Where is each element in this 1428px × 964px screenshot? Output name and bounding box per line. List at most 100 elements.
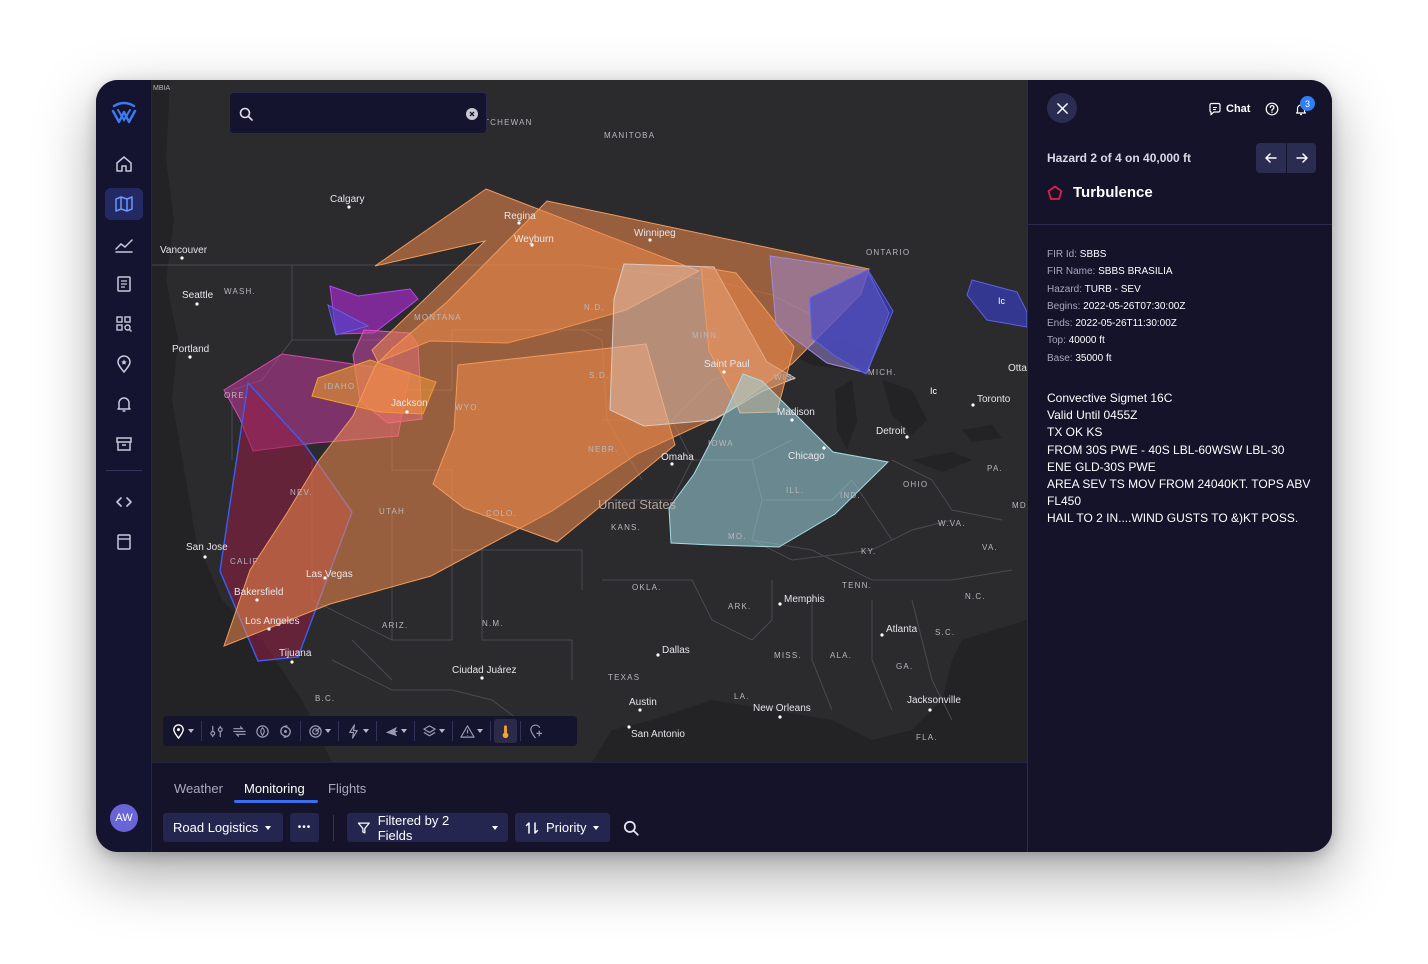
map-label: S.C. bbox=[935, 628, 955, 637]
hazard-description: Convective Sigmet 16C Valid Until 0455Z … bbox=[1047, 391, 1311, 526]
map-label: OKLA. bbox=[632, 583, 662, 592]
monitoring-panel: Weather Monitoring Flights Road Logistic… bbox=[152, 762, 1027, 852]
map-label: Ciudad Juárez bbox=[452, 665, 516, 676]
nav-reports[interactable] bbox=[105, 268, 143, 300]
hazard-position-label: Hazard 2 of 4 on 40,000 ft bbox=[1047, 151, 1192, 165]
prop-top: Top: 40000 ft bbox=[1047, 335, 1105, 347]
close-panel-button[interactable] bbox=[1047, 93, 1077, 123]
sidebar-divider bbox=[106, 470, 142, 471]
label-united-states: United States bbox=[598, 497, 677, 512]
location-add-icon bbox=[530, 724, 543, 738]
map-label: Chicago bbox=[788, 451, 825, 462]
map-label: MISS. bbox=[774, 651, 802, 660]
map-layers-button[interactable] bbox=[418, 719, 449, 743]
map-label: GA. bbox=[896, 662, 913, 671]
tab-weather[interactable]: Weather bbox=[174, 773, 223, 803]
map-view[interactable]: SASKATCHEWAN MANITOBA ONTARIO WASH. MONT… bbox=[152, 80, 1027, 762]
more-options-button[interactable]: ••• bbox=[290, 813, 319, 842]
help-icon[interactable] bbox=[1265, 102, 1279, 116]
nav-places[interactable] bbox=[105, 348, 143, 380]
weather-sliders-button[interactable] bbox=[205, 719, 228, 743]
nav-archive[interactable] bbox=[105, 428, 143, 460]
tab-monitoring[interactable]: Monitoring bbox=[244, 773, 305, 803]
chevron-down-icon bbox=[593, 825, 600, 830]
temperature-layer-button[interactable] bbox=[494, 719, 517, 743]
map-label: WYO. bbox=[455, 403, 481, 412]
map-label: IOWA bbox=[708, 439, 734, 448]
map-search-input[interactable] bbox=[262, 101, 458, 127]
map-label: Memphis bbox=[784, 594, 825, 605]
map-label: Bakersfield bbox=[234, 587, 283, 598]
fire-layer-button[interactable] bbox=[251, 719, 274, 743]
map-label: VA. bbox=[982, 543, 998, 552]
map-label: MD bbox=[1012, 501, 1027, 510]
map-label: TEXAS bbox=[608, 673, 640, 682]
map-label: FLA. bbox=[916, 733, 938, 742]
user-avatar[interactable]: AW bbox=[110, 804, 138, 832]
nav-widgets[interactable] bbox=[105, 308, 143, 340]
previous-hazard-button[interactable] bbox=[1256, 143, 1286, 173]
filter-label: Filtered by 2 Fields bbox=[377, 812, 450, 843]
map-label: New Orleans bbox=[753, 703, 811, 714]
search-icon[interactable] bbox=[622, 819, 640, 837]
clear-search-icon[interactable] bbox=[466, 108, 478, 120]
code-icon bbox=[116, 497, 132, 507]
map-label: UTAH bbox=[379, 507, 405, 516]
hazard-title-text: Turbulence bbox=[1073, 184, 1153, 201]
home-icon bbox=[116, 156, 132, 172]
hurricane-layer-button[interactable] bbox=[274, 719, 297, 743]
map-label: OHIO bbox=[903, 480, 928, 489]
app-logo-icon[interactable] bbox=[110, 100, 138, 128]
sidebar: AW bbox=[96, 80, 152, 852]
sort-button[interactable]: Priority bbox=[515, 813, 610, 842]
radar-icon bbox=[309, 724, 322, 738]
map-label: NEV. bbox=[290, 488, 313, 497]
hazard-detail-panel: Chat 3 Hazard 2 of 4 on 40,000 ft Turbul… bbox=[1027, 80, 1332, 852]
filter-button[interactable]: Filtered by 2 Fields bbox=[347, 812, 508, 843]
radar-layer-button[interactable] bbox=[304, 719, 335, 743]
map-label: Vancouver bbox=[160, 245, 208, 256]
map-label: San Jose bbox=[186, 542, 228, 553]
map-label: ALA. bbox=[830, 651, 852, 660]
road-logistics-dropdown[interactable]: Road Logistics bbox=[163, 813, 283, 842]
next-hazard-button[interactable] bbox=[1286, 143, 1316, 173]
nav-map[interactable] bbox=[105, 188, 143, 220]
map-canvas[interactable]: SASKATCHEWAN MANITOBA ONTARIO WASH. MONT… bbox=[152, 80, 1027, 762]
map-label: MINN. bbox=[692, 331, 721, 340]
layers-icon bbox=[423, 724, 436, 736]
map-icon bbox=[115, 196, 133, 212]
map-label: Madison bbox=[777, 407, 815, 418]
nav-analytics[interactable] bbox=[105, 228, 143, 260]
prop-begins: Begins: 2022-05-26T07:30:00Z bbox=[1047, 300, 1186, 312]
filter-icon bbox=[357, 821, 370, 834]
hazard-title: Turbulence bbox=[1047, 184, 1153, 201]
lightning-layer-button[interactable] bbox=[342, 719, 373, 743]
grid-search-icon bbox=[116, 316, 132, 332]
map-label: Austin bbox=[629, 697, 657, 708]
map-label: NEBR. bbox=[588, 445, 618, 454]
map-label: MICH. bbox=[868, 368, 897, 377]
nav-developer[interactable] bbox=[105, 486, 143, 518]
tab-flights[interactable]: Flights bbox=[328, 773, 366, 803]
map-label: IND. bbox=[840, 491, 861, 500]
nav-alerts[interactable] bbox=[105, 388, 143, 420]
map-label: Atlanta bbox=[886, 624, 918, 635]
flights-layer-button[interactable] bbox=[380, 719, 411, 743]
location-layer-button[interactable] bbox=[167, 719, 198, 743]
road-logistics-label: Road Logistics bbox=[173, 820, 259, 835]
archive-icon bbox=[116, 437, 132, 451]
pentagon-hazard-icon bbox=[1047, 185, 1063, 200]
map-label: Los Angeles bbox=[245, 616, 300, 627]
toolbar-divider bbox=[333, 815, 334, 841]
map-label: Detroit bbox=[876, 426, 906, 437]
map-label: MONTANA bbox=[414, 313, 462, 322]
hazards-layer-button[interactable] bbox=[456, 719, 487, 743]
nav-docs[interactable] bbox=[105, 526, 143, 558]
map-label: PA. bbox=[987, 464, 1003, 473]
wind-layer-button[interactable] bbox=[228, 719, 251, 743]
chevron-down-icon bbox=[265, 825, 272, 830]
nav-home[interactable] bbox=[105, 148, 143, 180]
chat-label: Chat bbox=[1226, 103, 1251, 115]
chat-button[interactable]: Chat bbox=[1208, 102, 1250, 116]
add-location-button[interactable] bbox=[524, 719, 547, 743]
